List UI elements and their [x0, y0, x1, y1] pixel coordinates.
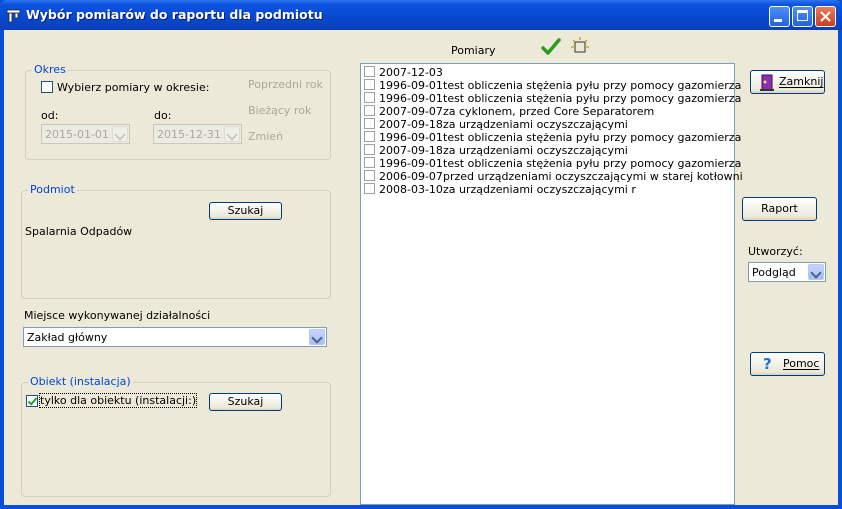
- list-item-date: 1996-09-01: [379, 157, 443, 170]
- create-label: Utworzyć:: [748, 245, 803, 258]
- list-item-desc: przed urządzeniami oczyszczającymi w sta…: [443, 170, 743, 183]
- list-item-checkbox[interactable]: [364, 183, 375, 194]
- help-button-label: Pomoc: [783, 357, 820, 370]
- create-select-value: Podgląd: [752, 266, 796, 279]
- miejsce-label: Miejsce wykonywanej działalności: [24, 309, 211, 322]
- create-select[interactable]: Podgląd: [748, 262, 826, 282]
- list-item-desc: za urządzeniami oczyszczającymi r: [443, 183, 636, 196]
- list-item-desc: za cyklonem, przed Core Separatorem: [443, 105, 655, 118]
- obiekt-group-title: Obiekt (instalacja): [28, 375, 133, 388]
- chevron-down-icon: [112, 126, 128, 142]
- app-icon: [6, 9, 21, 23]
- pomiary-list[interactable]: 2007-12-03 1996-09-01 test obliczenia st…: [360, 63, 743, 505]
- list-item-checkbox[interactable]: [364, 157, 375, 168]
- miejsce-value: Zakład główny: [27, 331, 108, 344]
- list-item-checkbox[interactable]: [364, 66, 375, 77]
- chevron-down-icon: [309, 329, 325, 345]
- miejsce-select[interactable]: Zakład główny: [23, 327, 327, 347]
- obiekt-checkbox-label[interactable]: tylko dla obiektu (instalacji:): [38, 393, 198, 408]
- prev-year-link[interactable]: Poprzedni rok: [248, 78, 323, 91]
- podmiot-name: Spalarnia Odpadów: [25, 225, 133, 238]
- od-date-picker[interactable]: 2015-01-01: [41, 124, 130, 144]
- window-title: Wybór pomiarów do raportu dla podmiotu: [26, 7, 323, 22]
- report-button[interactable]: Raport: [742, 197, 817, 221]
- close-window-button[interactable]: [815, 6, 836, 27]
- list-item-desc: test obliczenia stężenia pyłu przy pomoc…: [443, 131, 742, 144]
- list-item-date: 1996-09-01: [379, 92, 443, 105]
- chevron-down-icon: [224, 126, 240, 142]
- okres-checkbox[interactable]: [41, 81, 53, 93]
- list-item-checkbox[interactable]: [364, 92, 375, 103]
- list-item-date: 1996-09-01: [379, 131, 443, 144]
- do-label: do:: [154, 109, 172, 122]
- do-date-value: 2015-12-31: [157, 128, 221, 141]
- minimize-button[interactable]: [769, 6, 790, 27]
- minimize-icon: [774, 19, 782, 22]
- list-item-checkbox[interactable]: [364, 170, 375, 181]
- close-button-label: Zamknij: [779, 75, 824, 88]
- od-date-value: 2015-01-01: [45, 128, 109, 141]
- list-item-date: 2007-09-18: [379, 118, 443, 131]
- list-item-date: 1996-09-01: [379, 79, 443, 92]
- podmiot-group: Podmiot Szukaj Spalarnia Odpadów: [21, 183, 331, 299]
- list-item-desc: test obliczenia stężenia pyłu przy pomoc…: [443, 157, 742, 170]
- maximize-button[interactable]: [792, 6, 813, 27]
- list-item-checkbox[interactable]: [364, 131, 375, 142]
- change-link[interactable]: Zmień: [248, 130, 283, 143]
- podmiot-search-button[interactable]: Szukaj: [209, 202, 282, 220]
- obiekt-checkbox[interactable]: [26, 395, 38, 407]
- list-item-date: 2007-09-07: [379, 105, 443, 118]
- close-icon: [820, 11, 831, 22]
- list-item-desc: za urządzeniami oczyszczającymi: [443, 118, 628, 131]
- list-item-desc: test obliczenia stężenia pyłu przy pomoc…: [443, 92, 742, 105]
- list-item-checkbox[interactable]: [364, 144, 375, 155]
- report-button-label: Raport: [761, 202, 798, 215]
- list-item-checkbox[interactable]: [364, 118, 375, 129]
- obiekt-search-button[interactable]: Szukaj: [209, 393, 282, 411]
- door-exit-icon: [760, 74, 774, 91]
- list-item-date: 2007-12-03: [379, 66, 443, 79]
- close-button[interactable]: Zamknij: [750, 70, 825, 94]
- help-icon: ?: [763, 355, 772, 373]
- window: Wybór pomiarów do raportu dla podmiotu O…: [0, 0, 842, 509]
- dialog-client: Okres Wybierz pomiary w okresie: od: do:…: [4, 30, 838, 505]
- obiekt-group: Obiekt (instalacja) tylko dla obiektu (i…: [21, 375, 331, 497]
- list-item-checkbox[interactable]: [364, 105, 375, 116]
- maximize-icon: [797, 10, 808, 21]
- help-button[interactable]: ? Pomoc: [750, 352, 825, 376]
- okres-group-title: Okres: [32, 63, 68, 76]
- okres-checkbox-label[interactable]: Wybierz pomiary w okresie:: [57, 81, 209, 94]
- okres-group: Okres Wybierz pomiary w okresie: od: do:…: [25, 63, 331, 160]
- list-item-date: 2008-03-10: [379, 183, 443, 196]
- title-bar[interactable]: Wybór pomiarów do raportu dla podmiotu: [0, 0, 842, 30]
- od-label: od:: [41, 109, 59, 122]
- list-item-desc: test obliczenia stężenia pyłu przy pomoc…: [443, 79, 742, 92]
- check-all-icon[interactable]: [541, 37, 561, 57]
- do-date-picker[interactable]: 2015-12-31: [153, 124, 242, 144]
- current-year-link[interactable]: Bieżący rok: [248, 104, 311, 117]
- pomiary-header: Pomiary: [451, 44, 496, 57]
- chevron-down-icon: [808, 264, 824, 280]
- list-item-checkbox[interactable]: [364, 79, 375, 90]
- uncheck-all-icon[interactable]: [570, 36, 590, 56]
- list-item-date: 2006-09-07: [379, 170, 443, 183]
- list-item-desc: za urządzeniami oczyszczającymi: [443, 144, 628, 157]
- podmiot-group-title: Podmiot: [28, 183, 77, 196]
- list-item-date: 2007-09-18: [379, 144, 443, 157]
